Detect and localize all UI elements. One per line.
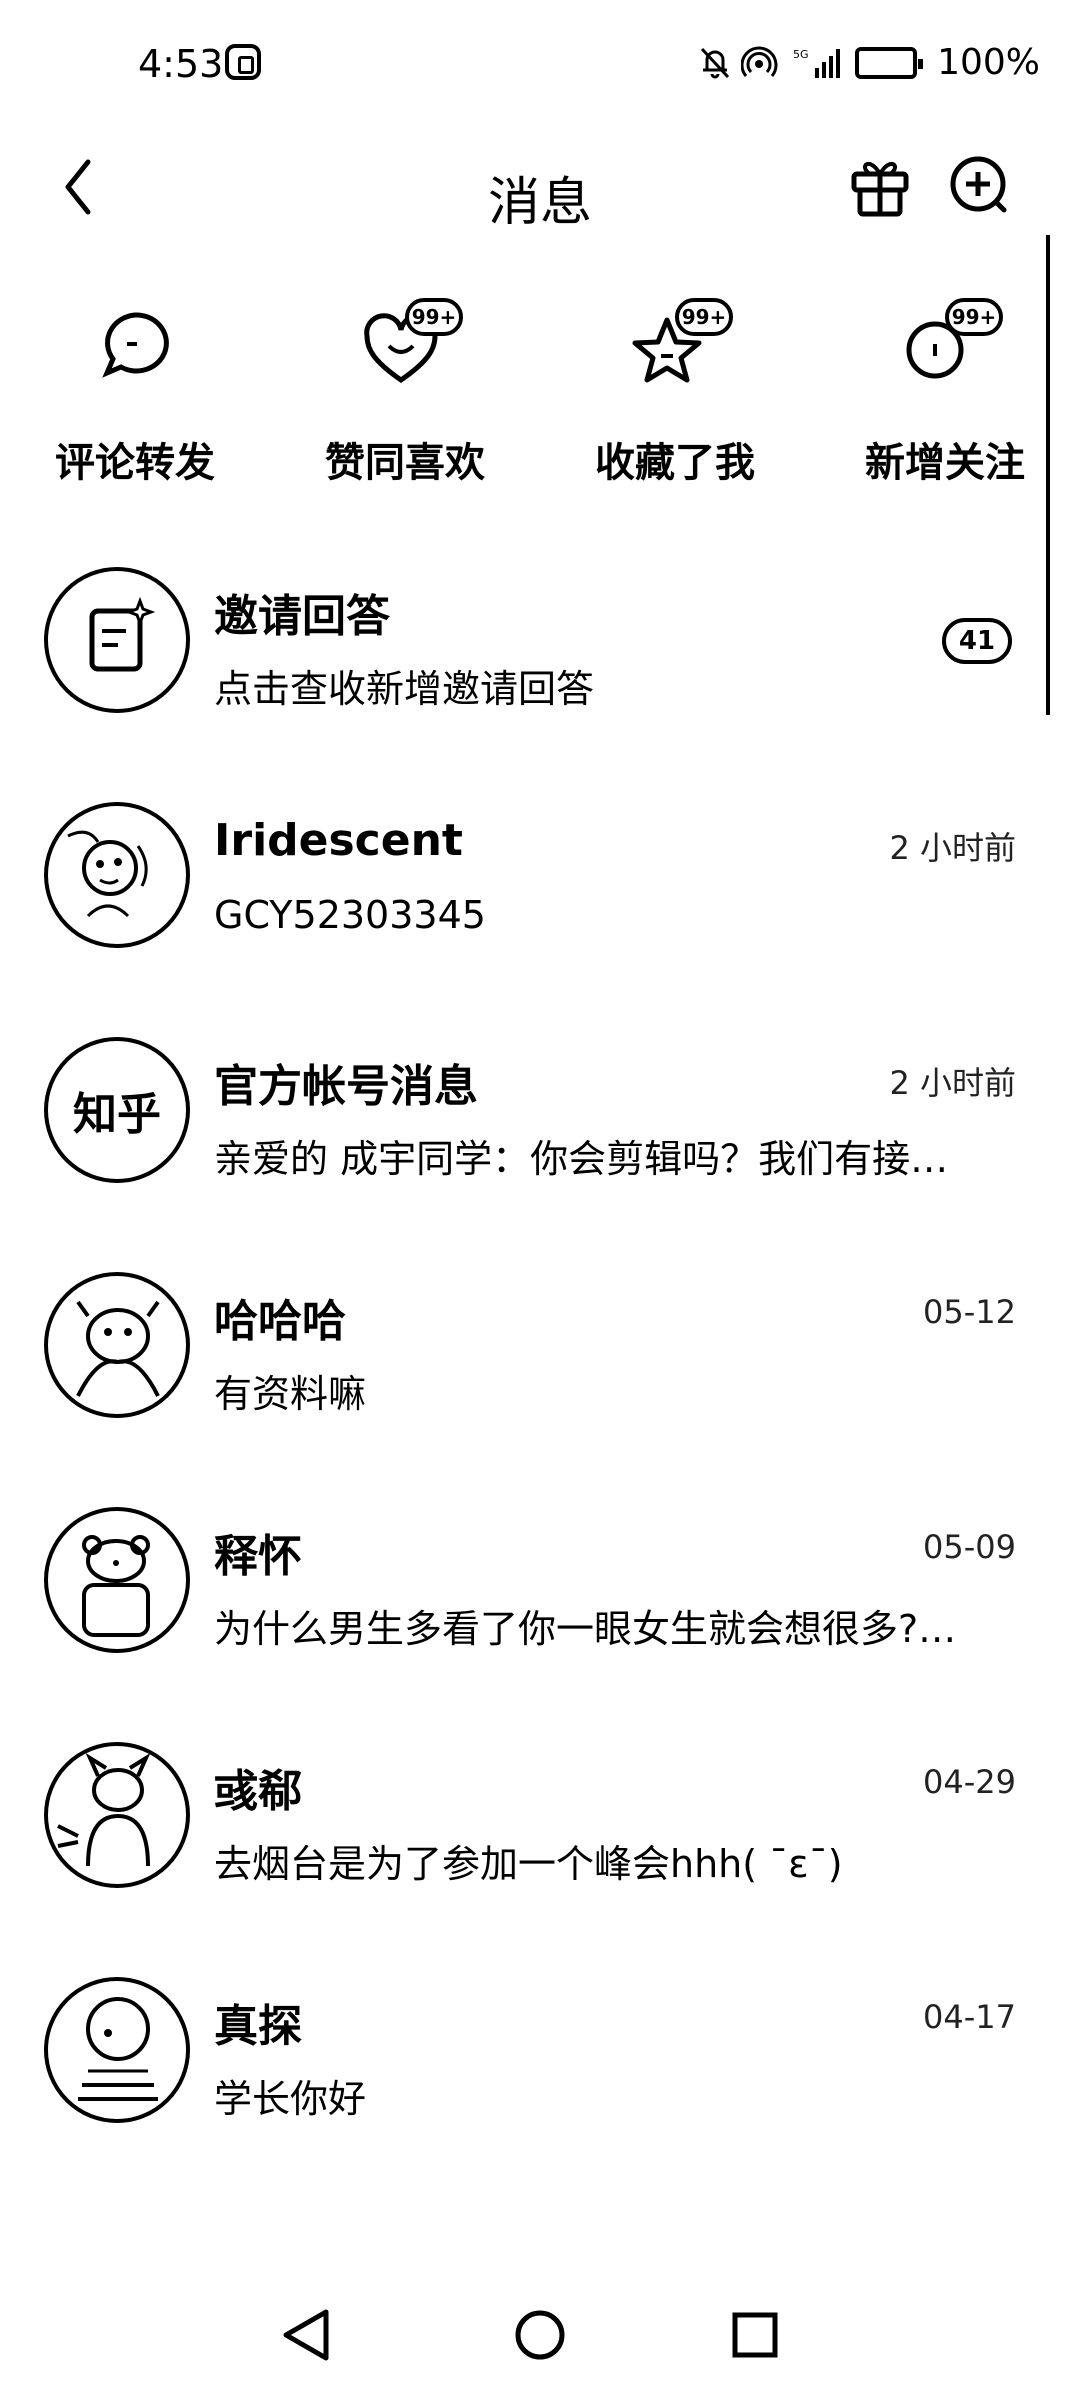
mute-bell-icon bbox=[699, 46, 731, 80]
message-name: Iridescent bbox=[214, 815, 463, 866]
avatar bbox=[44, 1977, 190, 2123]
avatar-drawing-icon bbox=[67, 830, 148, 918]
message-name: 释怀 bbox=[214, 1531, 302, 1582]
message-preview: 为什么男生多看了你一眼女生就会想很多?… bbox=[214, 1607, 957, 1651]
message-name: 官方帐号消息 bbox=[214, 1061, 478, 1112]
app-lock-icon bbox=[225, 44, 261, 80]
message-item[interactable]: 释怀 为什么男生多看了你一眼女生就会想很多?… 05-09 bbox=[0, 1480, 1080, 1680]
gift-button[interactable] bbox=[840, 144, 920, 224]
category-comments[interactable]: 评论转发 bbox=[0, 260, 270, 520]
header: 消息 bbox=[0, 130, 1080, 260]
avatar-cartoon-icon bbox=[57, 1752, 151, 1867]
nav-back-button[interactable] bbox=[260, 2290, 350, 2380]
screen: 4:53 5G 100% 消息 评论转发 99+ 赞同喜欢 99+ 收藏了我 9… bbox=[0, 0, 1080, 2400]
comment-icon bbox=[102, 312, 169, 378]
status-icons: 5G 100% bbox=[699, 42, 1040, 83]
square-recents-icon bbox=[732, 2312, 778, 2358]
message-name: 彧郗 bbox=[214, 1766, 302, 1817]
nav-recents-button[interactable] bbox=[710, 2290, 800, 2380]
invite-avatar bbox=[44, 567, 190, 713]
triangle-back-icon bbox=[283, 2309, 329, 2361]
invite-title: 邀请回答 bbox=[214, 591, 390, 642]
avatar: 知乎 bbox=[44, 1037, 190, 1183]
heart-icon: 99+ bbox=[364, 298, 463, 384]
circle-home-icon bbox=[515, 2310, 565, 2360]
message-item[interactable]: Iridescent GCY52303345 2 小时前 bbox=[0, 775, 1080, 975]
invite-document-icon bbox=[89, 596, 156, 672]
message-name: 真探 bbox=[214, 2001, 302, 2052]
message-preview: GCY52303345 bbox=[214, 893, 486, 937]
zhihu-logo: 知乎 bbox=[73, 1089, 161, 1140]
message-time: 05-09 bbox=[923, 1528, 1016, 1566]
avatar bbox=[44, 1742, 190, 1888]
status-bar: 4:53 5G 100% bbox=[0, 0, 1080, 130]
message-name: 哈哈哈 bbox=[214, 1296, 346, 1347]
invite-count-badge: 41 bbox=[942, 618, 1012, 664]
category-favorites[interactable]: 99+ 收藏了我 bbox=[540, 260, 810, 520]
gift-icon bbox=[851, 161, 909, 217]
message-time: 05-12 bbox=[923, 1293, 1016, 1331]
avatar bbox=[44, 802, 190, 948]
message-item[interactable]: 真探 学长你好 04-17 bbox=[0, 1950, 1080, 2150]
favorites-badge: 99+ bbox=[682, 305, 727, 329]
follow-icon: 99+ bbox=[906, 298, 1003, 379]
battery-percent: 100% bbox=[937, 42, 1040, 83]
category-likes[interactable]: 99+ 赞同喜欢 bbox=[270, 260, 540, 520]
plus-circle-icon bbox=[950, 156, 1007, 213]
avatar-bear-icon bbox=[82, 1535, 150, 1637]
star-icon: 99+ bbox=[632, 298, 733, 383]
add-button[interactable] bbox=[940, 144, 1020, 224]
message-item[interactable]: 哈哈哈 有资料嘛 05-12 bbox=[0, 1245, 1080, 1445]
message-time: 04-17 bbox=[923, 1998, 1016, 2036]
message-preview: 学长你好 bbox=[214, 2077, 367, 2121]
avatar bbox=[44, 1507, 190, 1653]
svg-text:5G: 5G bbox=[793, 48, 809, 61]
message-time: 2 小时前 bbox=[889, 1064, 1016, 1102]
category-row: 评论转发 99+ 赞同喜欢 99+ 收藏了我 99+ 新增关注 bbox=[0, 260, 1080, 520]
message-preview: 亲爱的 成宇同学：你会剪辑吗？我们有接… bbox=[214, 1137, 949, 1181]
status-time: 4:53 bbox=[138, 42, 224, 86]
category-label: 评论转发 bbox=[55, 440, 215, 486]
avatar-face-icon bbox=[78, 1997, 158, 2101]
battery-icon bbox=[855, 46, 924, 79]
followers-badge: 99+ bbox=[952, 305, 997, 329]
message-item[interactable]: 彧郗 去烟台是为了参加一个峰会hhh( ˉεˉ) 04-29 bbox=[0, 1715, 1080, 1915]
category-label: 收藏了我 bbox=[595, 440, 755, 486]
message-item[interactable]: 知乎 官方帐号消息 亲爱的 成宇同学：你会剪辑吗？我们有接… 2 小时前 bbox=[0, 1010, 1080, 1210]
message-time: 04-29 bbox=[923, 1763, 1016, 1801]
avatar-dog-icon bbox=[76, 1300, 160, 1397]
hotspot-icon bbox=[740, 46, 783, 80]
message-preview: 去烟台是为了参加一个峰会hhh( ˉεˉ) bbox=[214, 1842, 843, 1886]
signal-5g-icon: 5G bbox=[793, 46, 845, 80]
avatar bbox=[44, 1272, 190, 1418]
nav-home-button[interactable] bbox=[495, 2290, 585, 2380]
message-preview: 有资料嘛 bbox=[214, 1372, 367, 1416]
invite-answer-item[interactable]: 邀请回答 点击查收新增邀请回答 41 bbox=[0, 540, 1080, 740]
likes-badge: 99+ bbox=[412, 305, 457, 329]
message-time: 2 小时前 bbox=[889, 829, 1016, 867]
category-label: 新增关注 bbox=[865, 440, 1025, 486]
invite-subtitle: 点击查收新增邀请回答 bbox=[214, 667, 595, 711]
category-followers[interactable]: 99+ 新增关注 bbox=[810, 260, 1080, 520]
system-nav-bar bbox=[0, 2270, 1080, 2400]
category-label: 赞同喜欢 bbox=[325, 440, 485, 486]
